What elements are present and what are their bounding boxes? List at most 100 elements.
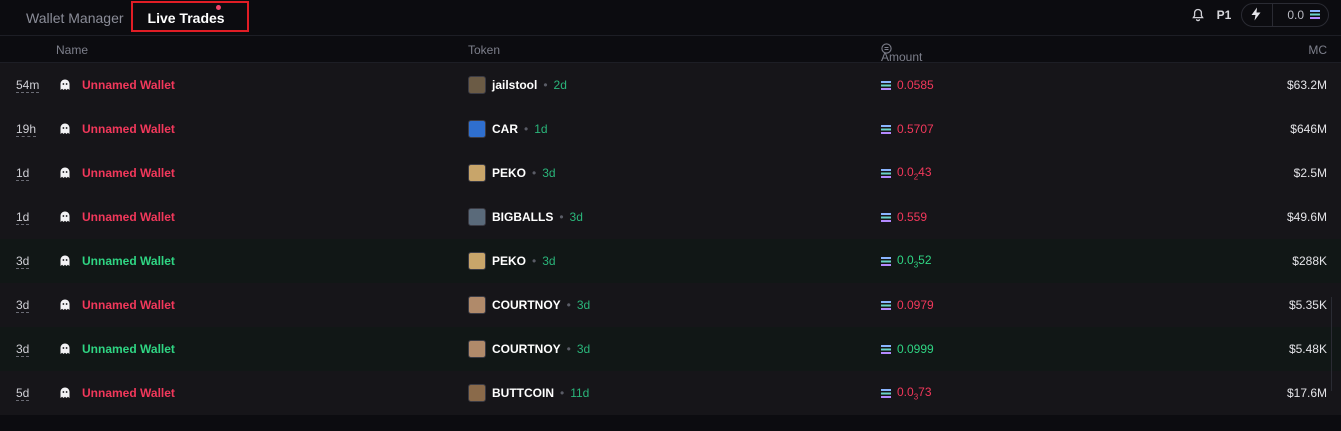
wallet-cell[interactable]: Unnamed Wallet [58, 327, 175, 371]
wallet-name[interactable]: Unnamed Wallet [82, 210, 175, 224]
trade-age: 19h [16, 107, 37, 151]
ghost-icon [60, 255, 70, 266]
trade-age: 3d [16, 283, 30, 327]
token-age: 3d [542, 254, 556, 268]
token-age: 1d [534, 122, 548, 136]
trade-age-label: 54m [16, 77, 40, 93]
token-avatar [468, 76, 486, 94]
wallet-name[interactable]: Unnamed Wallet [82, 342, 175, 356]
wallet-name[interactable]: Unnamed Wallet [82, 254, 175, 268]
token-name[interactable]: COURTNOY [492, 298, 561, 312]
tab-live-trades-label: Live Trades [147, 9, 225, 26]
wallet-cell[interactable]: Unnamed Wallet [58, 371, 175, 415]
token-cell[interactable]: BUTTCOIN • 11d [468, 371, 589, 415]
wallet-name[interactable]: Unnamed Wallet [82, 298, 175, 312]
table-row[interactable]: 19h Unnamed Wallet CAR • 1d 0.5707 $646M [0, 107, 1341, 151]
token-cell[interactable]: COURTNOY • 3d [468, 327, 590, 371]
token-cell[interactable]: BIGBALLS • 3d [468, 195, 583, 239]
token-name[interactable]: COURTNOY [492, 342, 561, 356]
market-cap: $5.35K [1288, 298, 1327, 312]
solana-icon [881, 124, 891, 134]
column-header-mc: MC [1308, 43, 1327, 57]
token-age: 3d [576, 342, 591, 356]
token-avatar [468, 164, 486, 182]
table-row[interactable]: 3d Unnamed Wallet COURTNOY • 3d 0.0979 $… [0, 283, 1341, 327]
trade-age-label: 1d [16, 165, 30, 181]
table-row[interactable]: 3d Unnamed Wallet PEKO • 3d 0.0352 $288K [0, 239, 1341, 283]
token-cell[interactable]: PEKO • 3d [468, 239, 556, 283]
token-cell[interactable]: jailstool • 2d [468, 63, 567, 107]
top-bar: Wallet Manager Live Trades P1 0.0 [0, 0, 1341, 35]
amount-cell: 0.0243 [881, 151, 932, 195]
wallet-cell[interactable]: Unnamed Wallet [58, 151, 175, 195]
amount-main: 0.5707 [897, 122, 934, 136]
market-cap: $49.6M [1286, 210, 1327, 224]
tab-live-trades[interactable]: Live Trades [136, 4, 237, 32]
preset-selector[interactable]: P1 [1217, 8, 1232, 22]
amount-main: 0.0 [897, 164, 914, 179]
table-row[interactable]: 5d Unnamed Wallet BUTTCOIN • 11d 0.0373 … [0, 371, 1341, 415]
table-row[interactable]: 54m Unnamed Wallet jailstool • 2d 0.0585… [0, 63, 1341, 107]
market-cap: $5.48K [1288, 342, 1327, 356]
token-cell[interactable]: PEKO • 3d [468, 151, 556, 195]
token-name[interactable]: PEKO [492, 166, 526, 180]
table-row[interactable]: 3d Unnamed Wallet COURTNOY • 3d 0.0999 $… [0, 327, 1341, 371]
table-row[interactable]: 1d Unnamed Wallet PEKO • 3d 0.0243 $2.5M [0, 151, 1341, 195]
wallet-cell[interactable]: Unnamed Wallet [58, 239, 175, 283]
amount-tail: 73 [918, 384, 932, 399]
token-name[interactable]: PEKO [492, 254, 526, 268]
wallet-cell[interactable]: Unnamed Wallet [58, 195, 175, 239]
amount-main: 0.559 [897, 210, 928, 224]
amount-value: 0.0352 [897, 253, 932, 269]
token-avatar [468, 120, 486, 138]
market-cap: $646M [1290, 122, 1327, 136]
amount-value: 0.0979 [897, 298, 934, 312]
trade-age: 3d [16, 327, 30, 371]
wallet-cell[interactable]: Unnamed Wallet [58, 63, 175, 107]
trades-list: 54m Unnamed Wallet jailstool • 2d 0.0585… [0, 63, 1341, 415]
token-cell[interactable]: CAR • 1d [468, 107, 548, 151]
amount-value: 0.0999 [897, 342, 934, 356]
wallet-cell[interactable]: Unnamed Wallet [58, 107, 175, 151]
tab-wallet-manager[interactable]: Wallet Manager [14, 4, 136, 32]
market-cap: $17.6M [1286, 386, 1327, 400]
market-cap: $2.5M [1293, 166, 1327, 180]
token-name[interactable]: jailstool [492, 78, 537, 92]
amount-cell: 0.0373 [881, 371, 932, 415]
token-avatar [468, 252, 486, 270]
wallet-name[interactable]: Unnamed Wallet [82, 122, 175, 136]
separator-dot: • [566, 342, 571, 356]
table-row[interactable]: 1d Unnamed Wallet BIGBALLS • 3d 0.559 $4… [0, 195, 1341, 239]
wallet-cell[interactable]: Unnamed Wallet [58, 283, 175, 327]
column-header-amount-label: Amount [881, 50, 923, 64]
bell-icon[interactable] [1189, 6, 1207, 24]
token-name[interactable]: BUTTCOIN [492, 386, 554, 400]
token-avatar [468, 208, 486, 226]
wallet-name[interactable]: Unnamed Wallet [82, 386, 175, 400]
toolbar-right: P1 0.0 [1189, 3, 1329, 27]
lightning-icon [1250, 7, 1262, 24]
token-name[interactable]: CAR [492, 122, 518, 136]
solana-icon [881, 212, 891, 222]
trade-age-label: 1d [16, 209, 30, 225]
token-cell[interactable]: COURTNOY • 3d [468, 283, 590, 327]
column-header-amount[interactable]: Amount [881, 43, 922, 64]
quick-buy-control[interactable]: 0.0 [1241, 3, 1329, 27]
trade-age-label: 3d [16, 253, 30, 269]
amount-value: 0.5707 [897, 122, 934, 136]
wallet-name[interactable]: Unnamed Wallet [82, 78, 175, 92]
solana-icon [881, 256, 891, 266]
amount-cell: 0.559 [881, 195, 927, 239]
amount-cell: 0.0979 [881, 283, 934, 327]
scrollbar[interactable] [1331, 297, 1341, 391]
ghost-icon [60, 387, 70, 398]
token-name[interactable]: BIGBALLS [492, 210, 553, 224]
amount-main: 0.0585 [897, 78, 934, 92]
separator-dot: • [559, 210, 564, 224]
amount-cell: 0.0352 [881, 239, 932, 283]
trade-age: 3d [16, 239, 30, 283]
solana-icon [881, 344, 891, 354]
trade-age-label: 19h [16, 121, 37, 137]
wallet-name[interactable]: Unnamed Wallet [82, 166, 175, 180]
solana-icon [881, 300, 891, 310]
